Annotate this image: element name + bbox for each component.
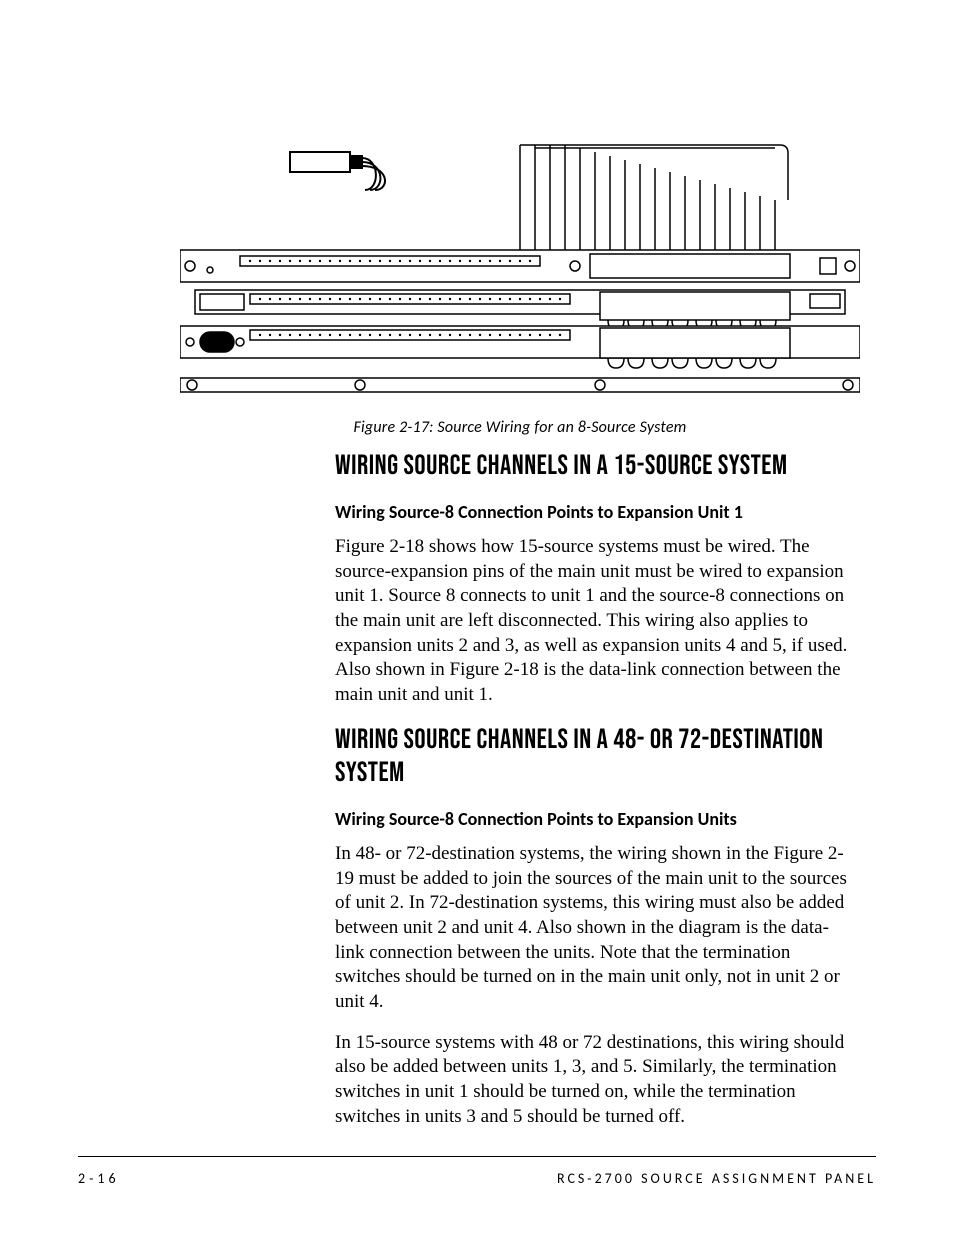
main-content: WIRING SOURCE CHANNELS IN A 15-SOURCE SY… (335, 450, 855, 1145)
para-2-2: In 15-source systems with 48 or 72 desti… (335, 1031, 855, 1130)
subheading-2-1: Wiring Source-8 Connection Points to Exp… (335, 808, 855, 830)
page: Figure 2-17: Source Wiring for an 8-Sour… (0, 0, 954, 1235)
para-2-1: In 48- or 72-destination systems, the wi… (335, 842, 855, 1015)
para-1-1: Figure 2-18 shows how 15-source systems … (335, 535, 855, 708)
figure-caption: Figure 2-17: Source Wiring for an 8-Sour… (180, 418, 860, 437)
figure-2-17: Figure 2-17: Source Wiring for an 8-Sour… (180, 130, 860, 437)
document-title: RCS-2700 SOURCE ASSIGNMENT PANEL (557, 1170, 876, 1187)
heading-section-1: WIRING SOURCE CHANNELS IN A 15-SOURCE SY… (335, 450, 855, 483)
heading-section-2: WIRING SOURCE CHANNELS IN A 48- OR 72-DE… (335, 724, 855, 790)
subheading-1-1: Wiring Source-8 Connection Points to Exp… (335, 501, 855, 523)
page-number: 2-16 (78, 1170, 120, 1187)
wiring-diagram-icon (180, 130, 860, 400)
page-footer: 2-16 RCS-2700 SOURCE ASSIGNMENT PANEL (78, 1156, 876, 1187)
